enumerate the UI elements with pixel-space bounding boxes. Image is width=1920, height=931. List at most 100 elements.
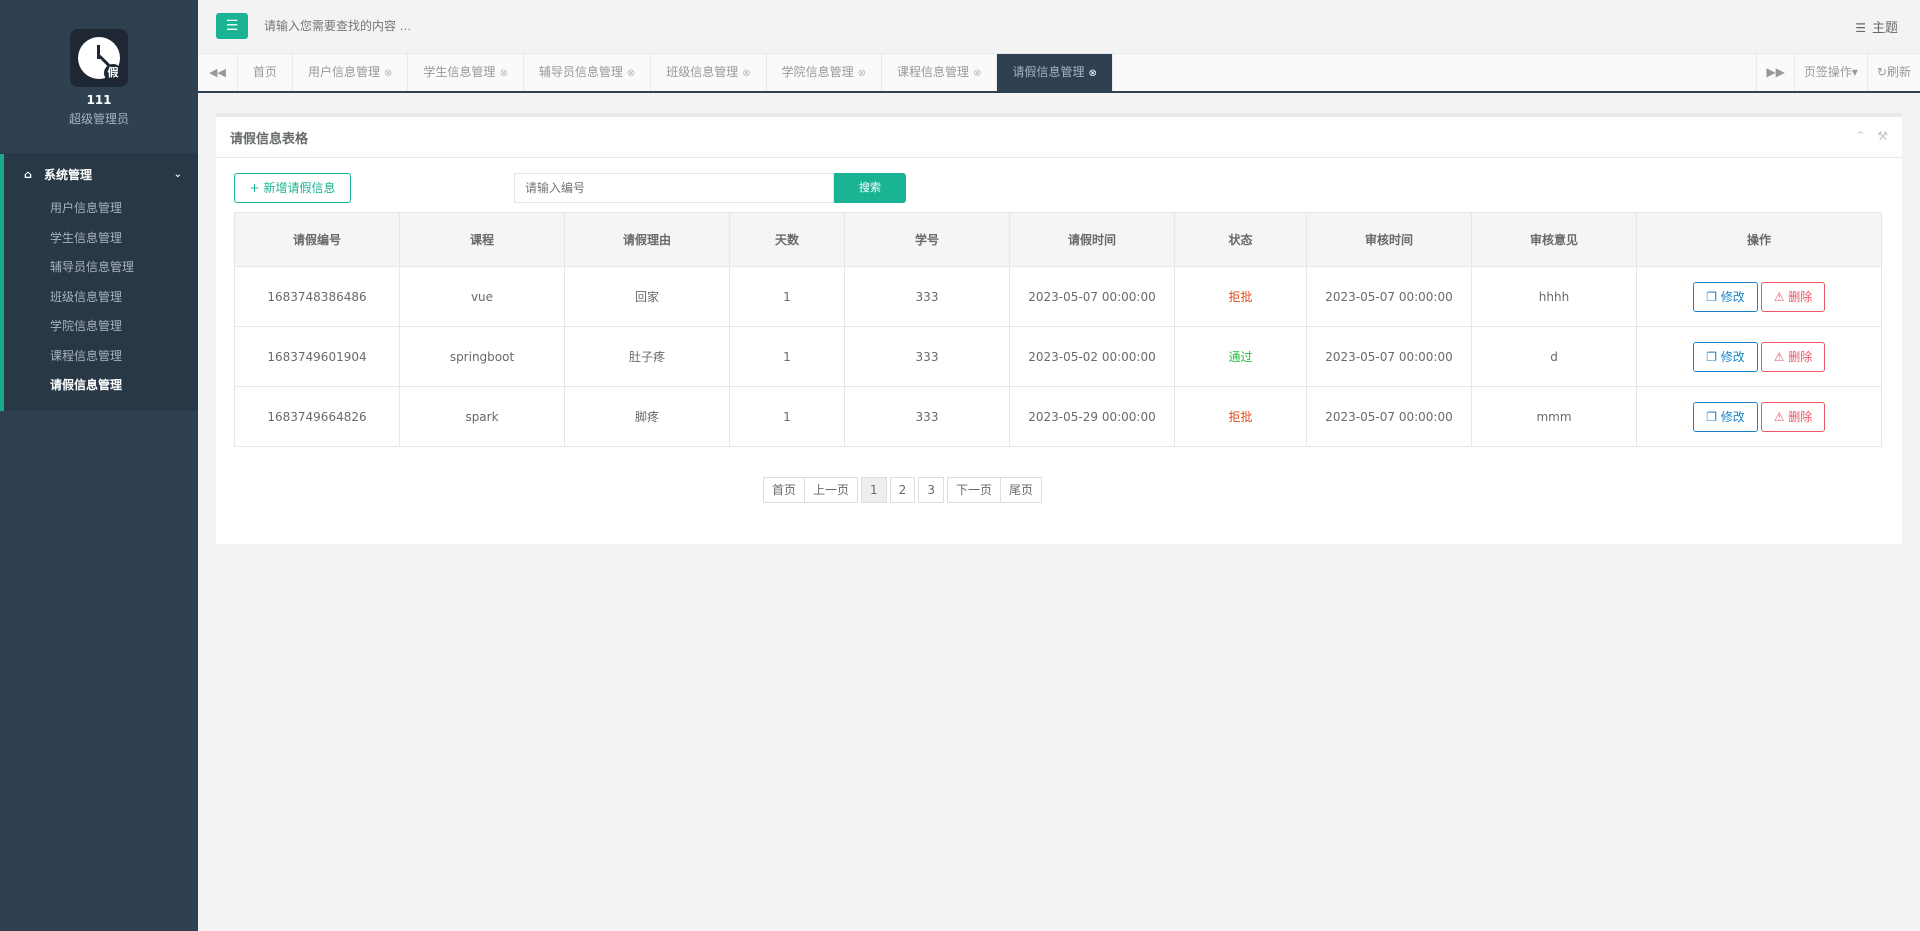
sidebar-item-student[interactable]: 学生信息管理 <box>4 224 198 254</box>
leave-mark-icon: 假 <box>104 64 122 82</box>
sidebar-item-course[interactable]: 课程信息管理 <box>4 342 198 372</box>
leave-table: 请假编号 课程 请假理由 天数 学号 请假时间 状态 审核时间 审核意见 操作 … <box>234 212 1882 447</box>
search-button[interactable]: 搜索 <box>834 173 906 203</box>
tab-label: 首页 <box>253 65 278 79</box>
tab-label: 辅导员信息管理 <box>538 65 623 79</box>
tab-label: 课程信息管理 <box>897 65 970 79</box>
cell-actions: ❐ 修改 ⚠ 删除 <box>1636 386 1882 447</box>
cell-reason: 脚疼 <box>564 386 730 447</box>
cell-reason: 肚子疼 <box>564 326 730 387</box>
delete-button[interactable]: ⚠ 删除 <box>1761 281 1825 312</box>
profile: 假 111 超级管理员 <box>0 0 198 154</box>
delete-button[interactable]: ⚠ 删除 <box>1761 401 1825 432</box>
sidebar-item-user[interactable]: 用户信息管理 <box>4 194 198 224</box>
pager-page-3[interactable]: 3 <box>918 477 944 503</box>
close-circle-icon[interactable]: ⊗ <box>499 68 507 79</box>
tab-student[interactable]: 学生信息管理 ⊗ <box>408 54 524 91</box>
list-icon: ☰ <box>1855 21 1866 35</box>
user-name[interactable]: 111 <box>0 93 198 107</box>
leave-panel: 请假信息表格 ⌃ ⚒ + 新增请假信息 搜索 请假编号 课程 请假理由 天数 学… <box>216 113 1902 544</box>
edit-button[interactable]: ❐ 修改 <box>1693 401 1758 432</box>
tab-college[interactable]: 学院信息管理 ⊗ <box>767 54 883 91</box>
nav-group-header[interactable]: ⌂ 系统管理 ⌄ <box>4 154 198 194</box>
sidebar-item-counselor[interactable]: 辅导员信息管理 <box>4 253 198 283</box>
col-header: 请假理由 <box>564 212 730 267</box>
col-header: 审核时间 <box>1306 212 1472 267</box>
tab-user[interactable]: 用户信息管理 ⊗ <box>293 54 409 91</box>
refresh-button[interactable]: ↻刷新 <box>1866 54 1920 91</box>
close-circle-icon[interactable]: ⊗ <box>627 68 635 79</box>
theme-button[interactable]: ☰ 主题 <box>1855 17 1898 36</box>
edit-button[interactable]: ❐ 修改 <box>1693 281 1758 312</box>
search-box: 搜索 <box>514 173 906 203</box>
delete-label: 删除 <box>1788 409 1813 424</box>
col-header: 天数 <box>729 212 845 267</box>
refresh-label: 刷新 <box>1886 65 1911 79</box>
tab-class[interactable]: 班级信息管理 ⊗ <box>651 54 767 91</box>
app-logo: 假 <box>70 29 128 87</box>
cell-days: 1 <box>729 386 845 447</box>
page-ops-label: 页签操作 <box>1803 65 1852 79</box>
copy-icon: ❐ <box>1706 289 1717 304</box>
close-circle-icon[interactable]: ⊗ <box>384 68 392 79</box>
pager-prev-button[interactable]: 上一页 <box>804 477 859 503</box>
nav-sub-list: 用户信息管理 学生信息管理 辅导员信息管理 班级信息管理 学院信息管理 课程信息… <box>4 194 198 401</box>
warning-icon: ⚠ <box>1773 289 1785 304</box>
theme-label: 主题 <box>1871 21 1898 36</box>
pagination: 首页 上一页 1 2 3 下一页 尾页 <box>763 477 1042 503</box>
topbar: ☰ ☰ 主题 <box>198 0 1920 54</box>
cell-days: 1 <box>729 266 845 327</box>
cell-review-comment: hhhh <box>1471 266 1637 327</box>
tab-course[interactable]: 课程信息管理 ⊗ <box>882 54 998 91</box>
sidebar-item-class[interactable]: 班级信息管理 <box>4 283 198 313</box>
col-header: 请假时间 <box>1009 212 1175 267</box>
tabs-bar: ◀◀ 首页 用户信息管理 ⊗ 学生信息管理 ⊗ 辅导员信息管理 ⊗ 班级信息管理 ⊗ 学… <box>198 54 1920 93</box>
home-icon: ⌂ <box>24 167 32 181</box>
col-header: 状态 <box>1174 212 1307 267</box>
pager-page-1[interactable]: 1 <box>861 477 887 503</box>
tab-actions: ▶▶ 页签操作▾ ↻刷新 <box>1756 54 1920 91</box>
table-row: 1683749601904 springboot 肚子疼 1 333 2023-… <box>234 326 1882 387</box>
cell-leave-id: 1683749601904 <box>234 326 400 387</box>
global-search-input[interactable] <box>264 15 664 37</box>
close-circle-icon[interactable]: ⊗ <box>858 68 866 79</box>
pager-last-button[interactable]: 尾页 <box>999 477 1042 503</box>
pager-next-button[interactable]: 下一页 <box>946 477 1001 503</box>
page-ops-dropdown[interactable]: 页签操作▾ <box>1793 54 1867 91</box>
backward-icon: ◀◀ <box>209 66 226 79</box>
close-circle-icon[interactable]: ⊗ <box>973 68 981 79</box>
add-leave-button[interactable]: + 新增请假信息 <box>234 173 351 203</box>
delete-button[interactable]: ⚠ 删除 <box>1761 341 1825 372</box>
col-header: 学号 <box>844 212 1010 267</box>
cell-course: vue <box>399 266 565 327</box>
wrench-icon[interactable]: ⚒ <box>1877 129 1888 143</box>
sidebar-item-college[interactable]: 学院信息管理 <box>4 312 198 342</box>
pager-first-button[interactable]: 首页 <box>763 477 806 503</box>
menu-toggle-button[interactable]: ☰ <box>216 13 248 39</box>
leave-id-search-input[interactable] <box>514 173 834 203</box>
sidebar-item-leave[interactable]: 请假信息管理 <box>4 371 198 401</box>
tab-counselor[interactable]: 辅导员信息管理 ⊗ <box>524 54 652 91</box>
refresh-icon: ↻ <box>1876 65 1887 79</box>
chevron-up-icon[interactable]: ⌃ <box>1855 129 1865 143</box>
close-circle-icon[interactable]: ⊗ <box>1088 68 1096 79</box>
tab-scroll-right-button[interactable]: ▶▶ <box>1756 54 1793 91</box>
table-row: 1683748386486 vue 回家 1 333 2023-05-07 00… <box>234 266 1882 327</box>
sidebar: 假 111 超级管理员 ⌂ 系统管理 ⌄ 用户信息管理 学生信息管理 辅导员信息… <box>0 0 198 931</box>
panel-header: 请假信息表格 <box>216 117 1902 158</box>
cell-days: 1 <box>729 326 845 387</box>
close-circle-icon[interactable]: ⊗ <box>742 68 750 79</box>
chevron-down-icon: ⌄ <box>173 168 182 180</box>
copy-icon: ❐ <box>1706 349 1717 364</box>
edit-label: 修改 <box>1720 289 1745 304</box>
edit-label: 修改 <box>1720 409 1745 424</box>
cell-reason: 回家 <box>564 266 730 327</box>
tab-scroll-left-button[interactable]: ◀◀ <box>198 54 238 91</box>
forward-icon: ▶▶ <box>1766 65 1785 79</box>
pager-page-2[interactable]: 2 <box>889 477 916 503</box>
edit-button[interactable]: ❐ 修改 <box>1693 341 1758 372</box>
warning-icon: ⚠ <box>1773 409 1785 424</box>
tab-home[interactable]: 首页 <box>238 54 294 91</box>
tab-leave[interactable]: 请假信息管理 ⊗ <box>997 54 1113 91</box>
cell-student-id: 333 <box>844 266 1010 327</box>
